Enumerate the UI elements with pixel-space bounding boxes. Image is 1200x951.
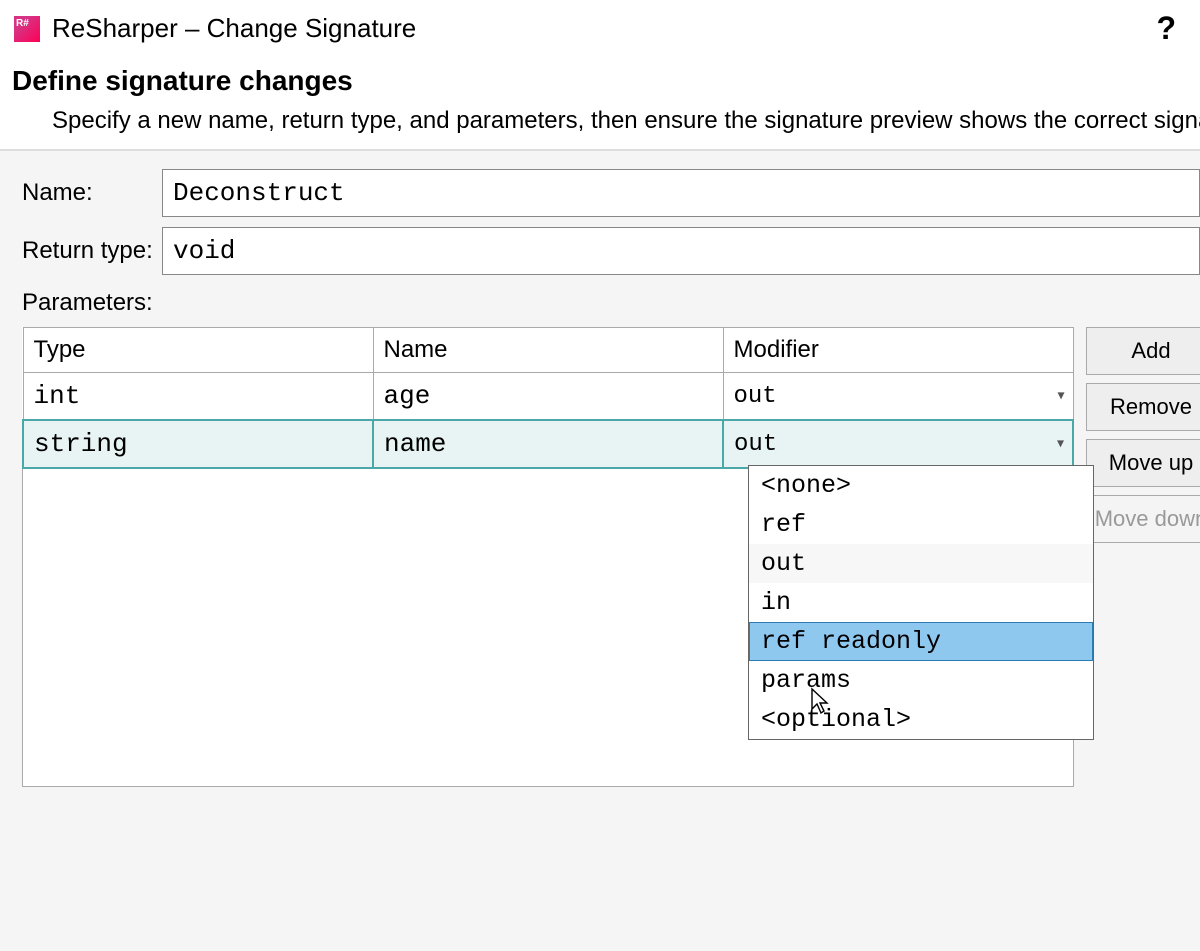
add-button[interactable]: Add bbox=[1086, 327, 1200, 375]
cell-modifier[interactable]: out ▾ bbox=[723, 373, 1073, 421]
cell-name[interactable]: age bbox=[373, 373, 723, 421]
return-type-row: Return type: bbox=[22, 227, 1200, 275]
table-row[interactable]: string name out ▾ bbox=[23, 420, 1073, 468]
button-column: Add Remove Move up Move down bbox=[1086, 327, 1200, 787]
window-title: ReSharper – Change Signature bbox=[52, 13, 1134, 44]
return-type-label: Return type: bbox=[22, 237, 162, 265]
move-down-button: Move down bbox=[1086, 495, 1200, 543]
modifier-value: out bbox=[734, 431, 777, 458]
resharper-icon bbox=[14, 16, 40, 42]
name-label: Name: bbox=[22, 179, 162, 207]
dialog-body: Name: Return type: Parameters: Type Name… bbox=[0, 151, 1200, 951]
page-description: Specify a new name, return type, and par… bbox=[12, 107, 1188, 135]
parameters-label: Parameters: bbox=[22, 289, 1200, 317]
page-heading: Define signature changes bbox=[12, 65, 1188, 97]
remove-button[interactable]: Remove bbox=[1086, 383, 1200, 431]
col-name[interactable]: Name bbox=[373, 328, 723, 373]
name-input[interactable] bbox=[162, 169, 1200, 217]
chevron-down-icon: ▾ bbox=[1057, 436, 1064, 453]
dropdown-item-out[interactable]: out bbox=[749, 544, 1093, 583]
parameters-area: Type Name Modifier int age out ▾ bbox=[22, 327, 1200, 787]
move-up-button[interactable]: Move up bbox=[1086, 439, 1200, 487]
col-type[interactable]: Type bbox=[23, 328, 373, 373]
dropdown-item-none[interactable]: <none> bbox=[749, 466, 1093, 505]
cell-name[interactable]: name bbox=[373, 420, 723, 468]
title-bar: ReSharper – Change Signature ? bbox=[0, 0, 1200, 57]
header-block: Define signature changes Specify a new n… bbox=[0, 57, 1200, 151]
dropdown-item-in[interactable]: in bbox=[749, 583, 1093, 622]
modifier-value: out bbox=[734, 383, 777, 410]
dropdown-item-optional[interactable]: <optional> bbox=[749, 700, 1093, 739]
cell-modifier[interactable]: out ▾ bbox=[723, 420, 1073, 468]
cell-type[interactable]: string bbox=[23, 420, 373, 468]
table-header-row: Type Name Modifier bbox=[23, 328, 1073, 373]
dropdown-item-ref-readonly[interactable]: ref readonly bbox=[749, 622, 1093, 661]
help-icon[interactable]: ? bbox=[1146, 10, 1186, 47]
cell-type[interactable]: int bbox=[23, 373, 373, 421]
dropdown-item-ref[interactable]: ref bbox=[749, 505, 1093, 544]
chevron-down-icon: ▾ bbox=[1057, 388, 1064, 405]
return-type-input[interactable] bbox=[162, 227, 1200, 275]
dropdown-item-params[interactable]: params bbox=[749, 661, 1093, 700]
parameters-table: Type Name Modifier int age out ▾ bbox=[22, 327, 1074, 469]
modifier-dropdown[interactable]: <none> ref out in ref readonly params <o… bbox=[748, 465, 1094, 740]
table-row[interactable]: int age out ▾ bbox=[23, 373, 1073, 421]
name-row: Name: bbox=[22, 169, 1200, 217]
parameters-table-wrap: Type Name Modifier int age out ▾ bbox=[22, 327, 1074, 787]
col-modifier[interactable]: Modifier bbox=[723, 328, 1073, 373]
